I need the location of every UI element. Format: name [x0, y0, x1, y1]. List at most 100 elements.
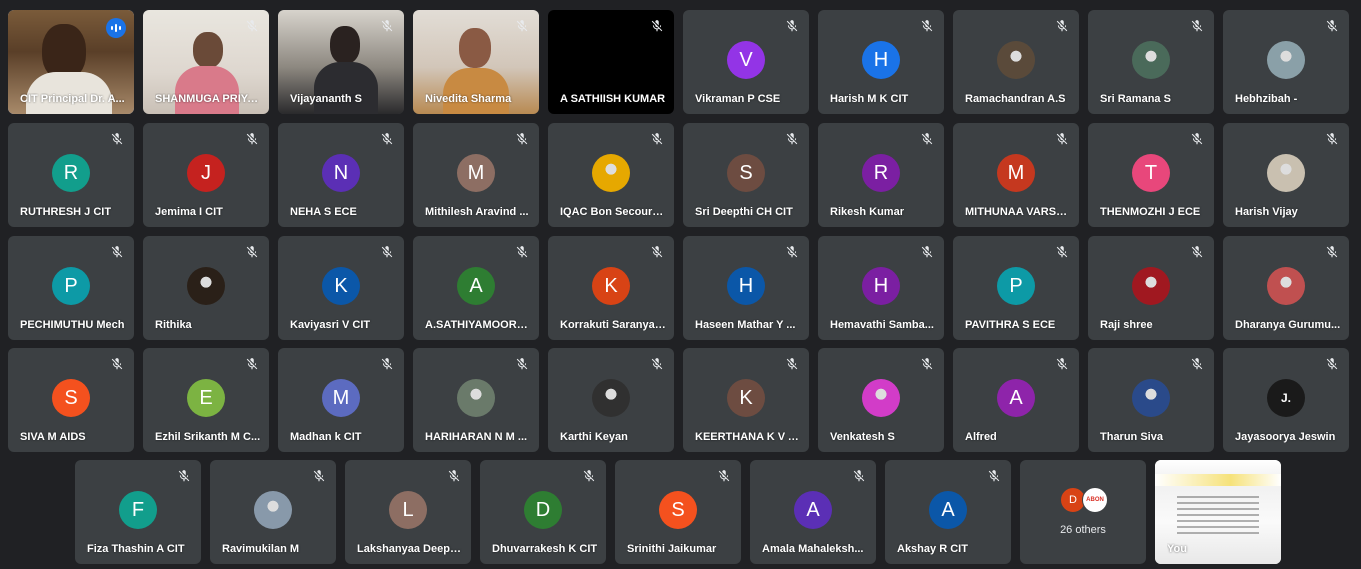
participant-tile-nivedita-sharma[interactable]: Nivedita Sharma [413, 10, 539, 114]
participant-avatar-photo [997, 41, 1035, 79]
participant-name: Haseen Mathar Y ... [695, 319, 796, 331]
participant-tile-alfred[interactable]: A Alfred [953, 348, 1079, 452]
participant-tile-harish-vijay[interactable]: Harish Vijay [1223, 123, 1349, 227]
mic-off-icon [785, 357, 799, 371]
participant-tile-vijayananth-s[interactable]: Vijayananth S [278, 10, 404, 114]
participant-tile-you[interactable]: You [1155, 460, 1281, 564]
participant-name: Madhan k CIT [290, 431, 362, 443]
participant-tile-a-sathiyamoort[interactable]: A A.SATHIYAMOORT... [413, 236, 539, 340]
participant-name: Hemavathi Samba... [830, 319, 934, 331]
participant-tile-dhuvarrakesh-k-cit[interactable]: D Dhuvarrakesh K CIT [480, 460, 606, 564]
participant-tile-lakshanyaa-deepa[interactable]: L Lakshanyaa Deepa... [345, 460, 471, 564]
participant-avatar: A [997, 379, 1035, 417]
participant-tile-venkatesh-s[interactable]: Venkatesh S [818, 348, 944, 452]
participant-tile-mithunaa-varsh[interactable]: M MITHUNAA VARSH... [953, 123, 1079, 227]
participant-avatar: P [52, 267, 90, 305]
mic-off-icon [380, 357, 394, 371]
participant-avatar-photo [862, 379, 900, 417]
participant-tile-rithika[interactable]: Rithika [143, 236, 269, 340]
participant-avatar-photo [1267, 41, 1305, 79]
participant-tile-jayasoorya-jeswin[interactable]: J. Jayasoorya Jeswin [1223, 348, 1349, 452]
participant-tile-jemima-i-cit[interactable]: J Jemima I CIT [143, 123, 269, 227]
participant-tile-karthi-keyan[interactable]: Karthi Keyan [548, 348, 674, 452]
participant-tile-amala-mahaleksh[interactable]: A Amala Mahaleksh... [750, 460, 876, 564]
mic-off-icon [852, 469, 866, 483]
participant-tile-korrakuti-saranya[interactable]: K Korrakuti Saranya ... [548, 236, 674, 340]
participant-name: Jayasoorya Jeswin [1235, 431, 1336, 443]
participant-tile-akshay-r-cit[interactable]: A Akshay R CIT [885, 460, 1011, 564]
participant-avatar-photo [1267, 154, 1305, 192]
participant-tile-iqac-bon-secours[interactable]: IQAC Bon Secours ... [548, 123, 674, 227]
participant-tile-cit-principal-dr-a[interactable]: CIT Principal Dr. A... [8, 10, 134, 114]
mic-off-icon [1325, 132, 1339, 146]
participant-name: Ramachandran A.S [965, 93, 1066, 105]
participant-name: Rithika [155, 319, 192, 331]
participant-tile-ravimukilan-m[interactable]: Ravimukilan M [210, 460, 336, 564]
participant-avatar-photo: J. [1267, 379, 1305, 417]
participant-tile-hariharan-n-m[interactable]: HARIHARAN N M ... [413, 348, 539, 452]
participant-tile-vikraman-p-cse[interactable]: V Vikraman P CSE [683, 10, 809, 114]
participant-avatar: L [389, 491, 427, 529]
participant-tile-kaviyasri-v-cit[interactable]: K Kaviyasri V CIT [278, 236, 404, 340]
participant-name: You [1167, 543, 1187, 555]
participant-name: Korrakuti Saranya ... [560, 319, 666, 331]
participant-name: THENMOZHI J ECE [1100, 206, 1201, 218]
participant-tile-rikesh-kumar[interactable]: R Rikesh Kumar [818, 123, 944, 227]
participant-tile-hemavathi-samba[interactable]: H Hemavathi Samba... [818, 236, 944, 340]
participant-tile-keerthana-k-v-ai[interactable]: K KEERTHANA K V AI... [683, 348, 809, 452]
participant-tile-hebhzibah[interactable]: Hebhzibah - [1223, 10, 1349, 114]
participant-tile-harish-m-k-cit[interactable]: H Harish M K CIT [818, 10, 944, 114]
mic-off-icon [1190, 245, 1204, 259]
participant-tile-haseen-mathar-y[interactable]: H Haseen Mathar Y ... [683, 236, 809, 340]
mic-off-icon [1190, 357, 1204, 371]
participant-tile-pechimuthu-mech[interactable]: P PECHIMUTHU Mech [8, 236, 134, 340]
mic-off-icon [380, 19, 394, 33]
participant-tile-sri-deepthi-ch-cit[interactable]: S Sri Deepthi CH CIT [683, 123, 809, 227]
participant-tile-a-sathiish-kumar[interactable]: A SATHIISH KUMAR [548, 10, 674, 114]
participant-avatar: N [322, 154, 360, 192]
participant-name: Mithilesh Aravind ... [425, 206, 529, 218]
participant-tile-fiza-thashin-a-cit[interactable]: F Fiza Thashin A CIT [75, 460, 201, 564]
participant-tile-ramachandran-a-s[interactable]: Ramachandran A.S [953, 10, 1079, 114]
participant-tile-neha-s-ece[interactable]: N NEHA S ECE [278, 123, 404, 227]
participant-avatar: A [457, 267, 495, 305]
mic-off-icon [1055, 19, 1069, 33]
participant-name: Raji shree [1100, 319, 1153, 331]
participant-tile-srinithi-jaikumar[interactable]: S Srinithi Jaikumar [615, 460, 741, 564]
participant-name: Fiza Thashin A CIT [87, 543, 185, 555]
participant-tile-ruthresh-j-cit[interactable]: R RUTHRESH J CIT [8, 123, 134, 227]
mic-off-icon [650, 357, 664, 371]
mic-off-icon [650, 245, 664, 259]
mic-off-icon [110, 357, 124, 371]
participant-avatar: K [322, 267, 360, 305]
participant-tile-siva-m-aids[interactable]: S SIVA M AIDS [8, 348, 134, 452]
mic-off-icon [447, 469, 461, 483]
participant-tile-mithilesh-aravind[interactable]: M Mithilesh Aravind ... [413, 123, 539, 227]
participant-tile-tharun-siva[interactable]: Tharun Siva [1088, 348, 1214, 452]
participant-tile-ezhil-srikanth-m-c[interactable]: E Ezhil Srikanth M C... [143, 348, 269, 452]
audio-bars-icon [106, 18, 126, 38]
participant-tile-pavithra-s-ece[interactable]: P PAVITHRA S ECE [953, 236, 1079, 340]
participant-tile-sri-ramana-s[interactable]: Sri Ramana S [1088, 10, 1214, 114]
others-avatar-abon: ABON [1082, 487, 1108, 513]
participant-name: Harish Vijay [1235, 206, 1298, 218]
participant-tile-madhan-k-cit[interactable]: M Madhan k CIT [278, 348, 404, 452]
mic-off-icon [1055, 357, 1069, 371]
participant-tile-raji-shree[interactable]: Raji shree [1088, 236, 1214, 340]
participant-name: A SATHIISH KUMAR [560, 93, 666, 105]
participant-tile-shanmuga-priya[interactable]: SHANMUGA PRIYA... [143, 10, 269, 114]
mic-off-icon [650, 132, 664, 146]
participant-avatar: F [119, 491, 157, 529]
participant-name: NEHA S ECE [290, 206, 357, 218]
participant-tile-others[interactable]: D ABON 26 others [1020, 460, 1146, 564]
participant-face [330, 26, 360, 64]
mic-off-icon [312, 469, 326, 483]
mic-off-icon [920, 19, 934, 33]
participant-name: Sri Deepthi CH CIT [695, 206, 793, 218]
participant-tile-dharanya-gurumu[interactable]: Dharanya Gurumu... [1223, 236, 1349, 340]
participant-avatar-photo [254, 491, 292, 529]
participant-tile-thenmozhi-j-ece[interactable]: T THENMOZHI J ECE [1088, 123, 1214, 227]
participant-avatar: S [52, 379, 90, 417]
mic-off-icon [177, 469, 191, 483]
participant-name: Alfred [965, 431, 997, 443]
